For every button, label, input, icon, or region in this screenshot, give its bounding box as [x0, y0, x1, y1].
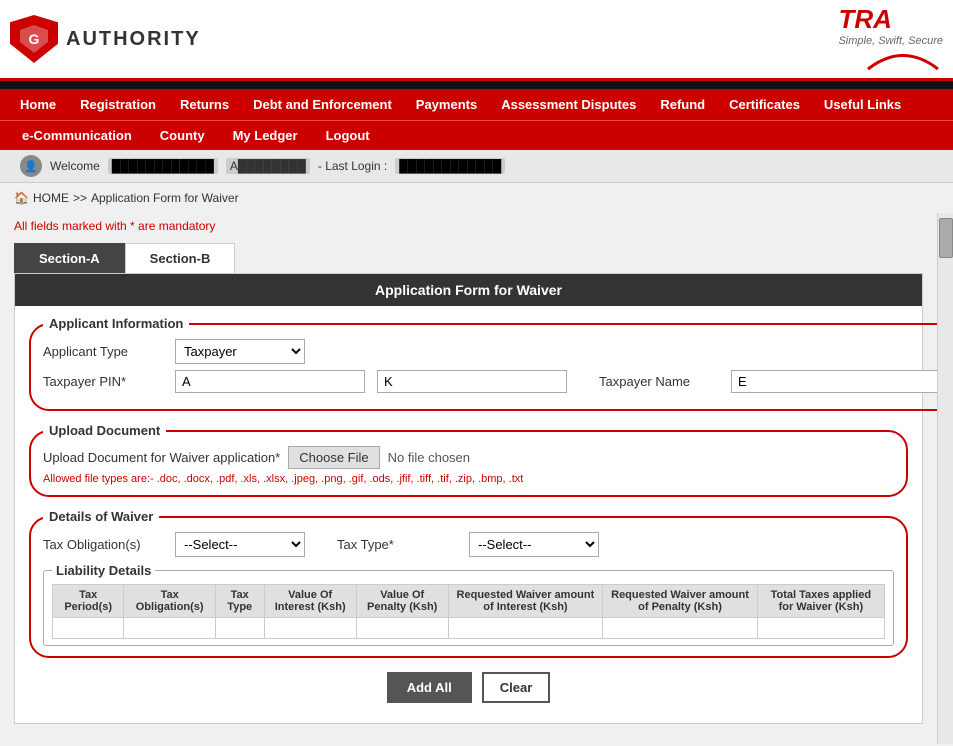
waiver-obligation-row: Tax Obligation(s) --Select-- Tax Type* -… [43, 532, 894, 557]
tab-section-a[interactable]: Section-A [14, 243, 125, 273]
col-req-penalty: Requested Waiver amount of Penalty (Ksh) [603, 585, 757, 618]
nav-ledger[interactable]: My Ledger [219, 121, 312, 150]
liability-section: Liability Details Tax Period(s) Tax Obli… [43, 563, 894, 646]
content-area: All fields marked with * are mandatory S… [0, 213, 937, 744]
form-buttons: Add All Clear [29, 672, 908, 713]
taxpayer-name-input[interactable] [731, 370, 937, 393]
breadcrumb: 🏠 HOME >> Application Form for Waiver [0, 183, 953, 213]
svg-text:G: G [29, 31, 40, 47]
no-file-text: No file chosen [388, 450, 470, 465]
taxpayer-name-label: Taxpayer Name [599, 374, 719, 389]
form-body: Applicant Information Applicant Type Tax… [15, 306, 922, 723]
pin-input-2[interactable] [377, 370, 567, 393]
logo-shield-icon: G [10, 15, 58, 63]
col-req-interest: Requested Waiver amount of Interest (Ksh… [448, 585, 603, 618]
nav-registration[interactable]: Registration [68, 89, 168, 120]
choose-file-button[interactable]: Choose File [288, 446, 379, 469]
brand-name: TRA [838, 4, 891, 35]
add-all-button[interactable]: Add All [387, 672, 472, 703]
nav-debt[interactable]: Debt and Enforcement [241, 89, 404, 120]
applicant-legend: Applicant Information [43, 316, 189, 331]
black-divider [0, 81, 953, 89]
form-title: Application Form for Waiver [15, 274, 922, 306]
nav-top: Home Registration Returns Debt and Enfor… [0, 89, 953, 120]
applicant-type-label: Applicant Type [43, 344, 163, 359]
upload-legend: Upload Document [43, 423, 166, 438]
form-container: Application Form for Waiver Applicant In… [14, 273, 923, 724]
col-obligation: Tax Obligation(s) [124, 585, 216, 618]
brand-tagline: Simple, Swift, Secure [838, 35, 943, 47]
pin-input-1[interactable] [175, 370, 365, 393]
col-period: Tax Period(s) [53, 585, 124, 618]
waiver-section: Details of Waiver Tax Obligation(s) --Se… [29, 509, 908, 658]
upload-section: Upload Document Upload Document for Waiv… [29, 423, 908, 497]
col-tax-type: Tax Type [215, 585, 264, 618]
col-total: Total Taxes applied for Waiver (Ksh) [757, 585, 884, 618]
upload-label: Upload Document for Waiver application* [43, 450, 280, 465]
home-icon: 🏠 [14, 191, 29, 205]
obligation-select[interactable]: --Select-- [175, 532, 305, 557]
liability-legend: Liability Details [52, 563, 155, 578]
nav-useful[interactable]: Useful Links [812, 89, 913, 120]
obligation-label: Tax Obligation(s) [43, 537, 163, 552]
nav-returns[interactable]: Returns [168, 89, 241, 120]
tax-type-label: Tax Type* [337, 537, 457, 552]
welcome-account: A████████ [226, 158, 310, 174]
nav-logout[interactable]: Logout [312, 121, 384, 150]
nav-disputes[interactable]: Assessment Disputes [489, 89, 648, 120]
last-login-label: - Last Login : [318, 159, 387, 173]
nav-refund[interactable]: Refund [648, 89, 717, 120]
breadcrumb-separator: >> [73, 191, 87, 205]
col-penalty: Value Of Penalty (Ksh) [356, 585, 448, 618]
welcome-bar: 👤 Welcome ████████████ A████████ - Last … [0, 150, 953, 183]
table-header-row: Tax Period(s) Tax Obligation(s) Tax Type… [53, 585, 885, 618]
nav-bottom: e-Communication County My Ledger Logout [0, 120, 953, 150]
breadcrumb-home[interactable]: HOME [33, 191, 69, 205]
main-area: All fields marked with * are mandatory S… [0, 213, 953, 744]
pin-label: Taxpayer PIN* [43, 374, 163, 389]
applicant-type-row: Applicant Type Taxpayer Agent Other [43, 339, 937, 364]
last-login-value: ████████████ [395, 158, 505, 174]
welcome-prefix: Welcome [50, 159, 100, 173]
nav-certificates[interactable]: Certificates [717, 89, 812, 120]
header: G AUTHORITY TRA Simple, Swift, Secure [0, 0, 953, 81]
breadcrumb-page: Application Form for Waiver [91, 191, 239, 205]
nav-home[interactable]: Home [8, 89, 68, 120]
nav-ecomm[interactable]: e-Communication [8, 121, 146, 150]
logo-text-area: AUTHORITY [66, 28, 201, 51]
taxpayer-pin-row: Taxpayer PIN* Taxpayer Name [43, 370, 937, 393]
nav-payments[interactable]: Payments [404, 89, 489, 120]
clear-button[interactable]: Clear [482, 672, 551, 703]
mandatory-note: All fields marked with * are mandatory [14, 219, 923, 233]
logo-authority: AUTHORITY [66, 28, 201, 51]
col-interest: Value Of Interest (Ksh) [264, 585, 356, 618]
logo-area: G AUTHORITY [10, 15, 201, 63]
brand-curve-icon [863, 47, 943, 71]
liability-table: Tax Period(s) Tax Obligation(s) Tax Type… [52, 584, 885, 639]
nav-county[interactable]: County [146, 121, 219, 150]
brand-area: TRA Simple, Swift, Secure [838, 4, 943, 74]
applicant-type-select[interactable]: Taxpayer Agent Other [175, 339, 305, 364]
scrollbar-thumb[interactable] [939, 218, 953, 258]
tabs: Section-A Section-B [14, 243, 923, 273]
allowed-types-text: Allowed file types are:- .doc, .docx, .p… [43, 473, 894, 485]
table-row [53, 618, 885, 639]
waiver-legend: Details of Waiver [43, 509, 159, 524]
welcome-username: ████████████ [108, 158, 218, 174]
applicant-section: Applicant Information Applicant Type Tax… [29, 316, 937, 411]
tab-section-b[interactable]: Section-B [125, 243, 236, 273]
upload-row: Upload Document for Waiver application* … [43, 446, 894, 469]
tax-type-select[interactable]: --Select-- [469, 532, 599, 557]
avatar: 👤 [20, 155, 42, 177]
scrollbar[interactable] [937, 213, 953, 744]
